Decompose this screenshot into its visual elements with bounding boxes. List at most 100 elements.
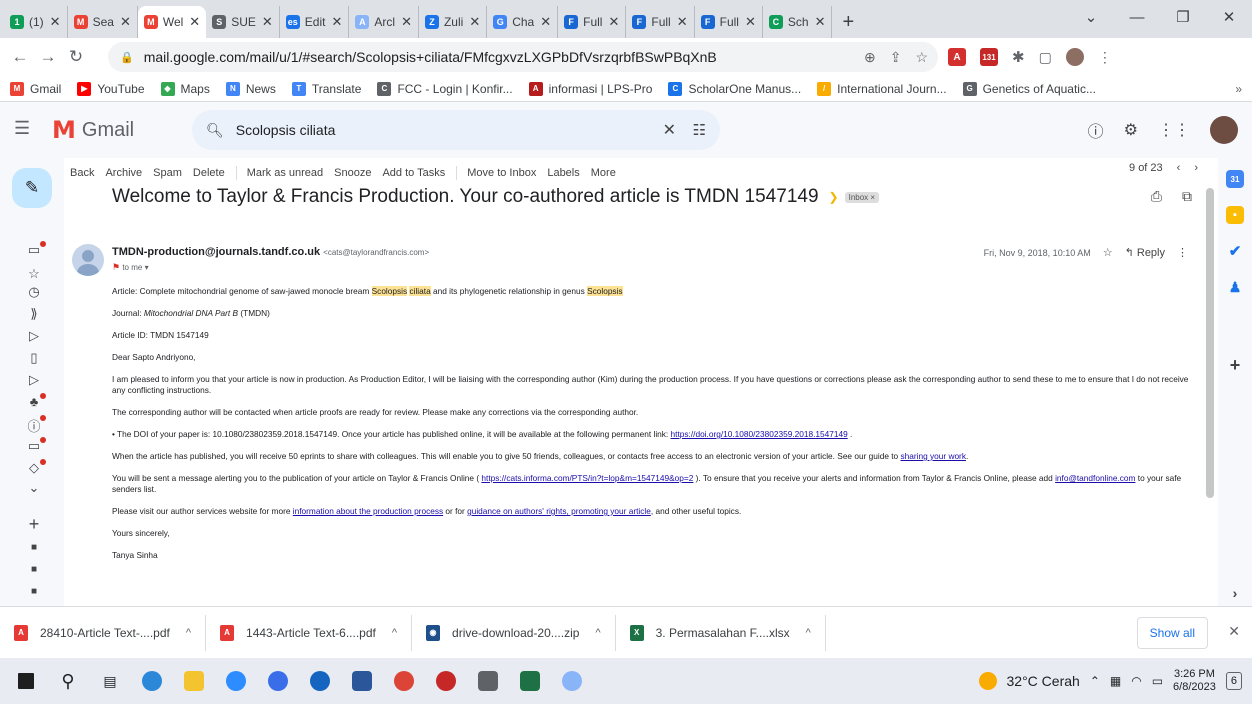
reload-icon[interactable]: ↻: [62, 47, 90, 67]
important-icon[interactable]: ⟫: [24, 306, 44, 322]
search-icon[interactable]: 🔍︎: [206, 122, 224, 139]
snoozed-icon[interactable]: ◷: [24, 284, 44, 300]
star-icon[interactable]: ☆: [1103, 246, 1113, 259]
download-item[interactable]: A 28410-Article Text-....pdf ^: [0, 614, 207, 651]
download-item[interactable]: ◉ drive-download-20....zip ^: [412, 614, 616, 651]
chevron-up-icon[interactable]: ^: [806, 627, 811, 639]
browser-tab[interactable]: F Full ✕: [695, 6, 763, 38]
collapse-panel-icon[interactable]: ›: [1226, 584, 1244, 602]
show-all-button[interactable]: Show all: [1136, 617, 1208, 649]
hamburger-menu-icon[interactable]: ☰: [14, 118, 30, 139]
account-avatar[interactable]: [1210, 116, 1238, 144]
chevron-up-icon[interactable]: ^: [595, 627, 600, 639]
search-options-icon[interactable]: ☷: [693, 121, 706, 139]
excel-icon[interactable]: [514, 665, 546, 697]
important-marker-icon[interactable]: ❯: [829, 190, 839, 204]
label-icon[interactable]: ▷: [24, 372, 44, 388]
close-tab-icon[interactable]: ✕: [469, 14, 480, 30]
archive-button[interactable]: Archive: [105, 167, 142, 179]
clear-search-icon[interactable]: ✕: [663, 120, 676, 140]
expand-chevron-icon[interactable]: ⌄: [24, 480, 44, 496]
wifi-icon[interactable]: ◠: [1131, 674, 1141, 688]
newer-chevron-icon[interactable]: ‹: [1177, 162, 1181, 174]
bookmark-item[interactable]: M Gmail: [10, 81, 61, 96]
calendar-extension-icon[interactable]: 131: [980, 48, 998, 66]
close-tab-icon[interactable]: ✕: [401, 14, 412, 30]
sender-name[interactable]: TMDN-production@journals.tandf.co.uk: [112, 246, 320, 258]
close-tab-icon[interactable]: ✕: [540, 14, 551, 30]
browser-tab[interactable]: es Edit ✕: [280, 6, 350, 38]
bookmark-item[interactable]: N News: [225, 81, 276, 96]
windows-start-icon[interactable]: [10, 665, 42, 697]
profile-avatar[interactable]: [1065, 48, 1084, 66]
close-tab-icon[interactable]: ✕: [745, 14, 756, 30]
more-button[interactable]: More: [591, 167, 616, 179]
close-tab-icon[interactable]: ✕: [120, 14, 131, 30]
puzzle-extensions-icon[interactable]: ✱: [1012, 48, 1025, 66]
share-icon[interactable]: ⇪: [890, 49, 902, 66]
zoom-app-icon[interactable]: [220, 665, 252, 697]
close-tab-icon[interactable]: ✕: [608, 14, 619, 30]
browser-tab[interactable]: A Arcl ✕: [349, 6, 419, 38]
bookmark-item[interactable]: ▶ YouTube: [77, 81, 145, 96]
search-input[interactable]: Scolopsis ciliata: [236, 122, 336, 138]
forward-arrow-icon[interactable]: →: [34, 47, 62, 67]
mark-unread-button[interactable]: Mark as unread: [247, 167, 323, 179]
alerts-link[interactable]: https://cats.informa.com/PTS/in?t=lop&m=…: [481, 473, 693, 483]
file-explorer-icon[interactable]: [178, 665, 210, 697]
snooze-button[interactable]: Snooze: [334, 167, 371, 179]
search-icon[interactable]: ⚲: [52, 665, 84, 697]
more-options-icon[interactable]: ⋮: [1177, 246, 1188, 259]
doi-link[interactable]: https://doi.org/10.1080/23802359.2018.15…: [671, 429, 848, 439]
inbox-label-chip[interactable]: Inbox ×: [844, 191, 880, 203]
browser-tab[interactable]: M Sea ✕: [68, 6, 138, 38]
browser-tab[interactable]: 1 (1) ✕: [4, 6, 68, 38]
close-tab-icon[interactable]: ✕: [677, 14, 688, 30]
minimize-button[interactable]: —: [1114, 0, 1160, 34]
spam-button[interactable]: Spam: [153, 167, 182, 179]
delete-button[interactable]: Delete: [193, 167, 225, 179]
browser-tab[interactable]: S SUE ✕: [206, 6, 280, 38]
bookmark-item[interactable]: T Translate: [291, 81, 361, 96]
edge-icon[interactable]: [136, 665, 168, 697]
chrome-icon[interactable]: [388, 665, 420, 697]
apps-grid-icon[interactable]: ⋮⋮: [1158, 120, 1190, 140]
zoom-icon[interactable]: ⊕: [864, 49, 876, 66]
address-bar[interactable]: 🔒 mail.google.com/mail/u/1/#search/Scolo…: [108, 42, 938, 72]
side-panel-icon[interactable]: ▢: [1039, 49, 1052, 66]
back-button[interactable]: Back: [70, 167, 94, 179]
keyboard-icon[interactable]: ▦: [1110, 674, 1121, 688]
browser-tab[interactable]: M Wel ✕: [137, 6, 207, 38]
move-to-inbox-button[interactable]: Move to Inbox: [467, 167, 536, 179]
scrollbar[interactable]: [1206, 188, 1214, 498]
promotions-icon[interactable]: ◇: [24, 459, 46, 476]
labels-button[interactable]: Labels: [547, 167, 579, 179]
contacts-icon[interactable]: ♟: [1226, 278, 1244, 296]
sharing-work-link[interactable]: sharing your work: [900, 451, 965, 461]
add-to-tasks-button[interactable]: Add to Tasks: [382, 167, 445, 179]
email-link[interactable]: info@tandfonline.com: [1055, 473, 1135, 483]
close-tab-icon[interactable]: ✕: [331, 14, 342, 30]
close-icon[interactable]: ✕: [1228, 623, 1240, 640]
more-bookmarks-icon[interactable]: »: [1235, 82, 1242, 96]
bookmark-item[interactable]: / International Journ...: [817, 81, 947, 96]
drafts-icon[interactable]: ▯: [24, 350, 44, 366]
search-bar[interactable]: 🔍︎ Scolopsis ciliata ✕ ☷: [192, 110, 720, 150]
chevron-up-icon[interactable]: ^: [392, 627, 397, 639]
browser-tab[interactable]: G Cha ✕: [487, 6, 559, 38]
browser-tab[interactable]: F Full ✕: [626, 6, 695, 38]
calendar-icon[interactable]: 31: [1226, 170, 1244, 188]
social-icon[interactable]: ♣: [24, 393, 46, 409]
notification-icon[interactable]: 6: [1225, 672, 1242, 690]
label-tag-icon[interactable]: ■: [24, 586, 44, 597]
calculator-icon[interactable]: [472, 665, 504, 697]
get-addons-icon[interactable]: +: [1226, 355, 1244, 375]
chevron-up-icon[interactable]: ^: [186, 627, 191, 639]
browser-tab[interactable]: C Sch ✕: [763, 6, 833, 38]
gmail-logo[interactable]: M Gmail: [52, 116, 134, 144]
app-icon[interactable]: [304, 665, 336, 697]
task-view-icon[interactable]: ▤: [94, 665, 126, 697]
close-tab-icon[interactable]: ✕: [262, 14, 273, 30]
chevron-up-icon[interactable]: ⌃: [1090, 674, 1100, 688]
bookmark-item[interactable]: C ScholarOne Manus...: [668, 81, 801, 96]
